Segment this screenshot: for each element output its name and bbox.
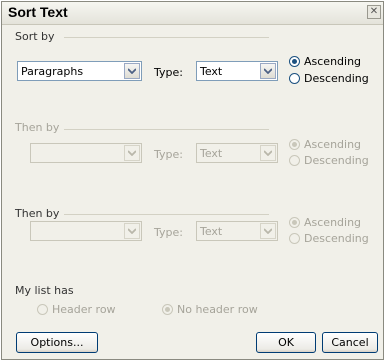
then-by-2-type-value: Text [200,225,223,238]
radio-icon [289,56,300,67]
ascending-radio[interactable]: Ascending [289,55,361,68]
chevron-down-icon[interactable] [260,145,276,161]
descending-radio[interactable]: Descending [289,72,369,85]
chevron-down-icon[interactable] [124,63,140,79]
then-by-2-type-label: Type: [154,226,183,239]
divider [64,129,269,130]
sort-by-type-dropdown[interactable]: Text [196,61,278,81]
then-by-label: Then by [15,121,60,134]
radio-icon [289,217,300,228]
then-by-ascending-radio[interactable]: Ascending [289,138,361,151]
title-bar: Sort Text ✕ [2,2,383,25]
then-by-type-label: Type: [154,148,183,161]
then-by-2-ascending-label: Ascending [304,216,362,229]
sort-by-type-value: Text [200,65,223,78]
then-by-2-descending-radio[interactable]: Descending [289,232,369,245]
then-by-2-type-dropdown[interactable]: Text [196,221,278,241]
then-by-2-descending-label: Descending [304,232,369,245]
chevron-down-icon[interactable] [260,63,276,79]
chevron-down-icon[interactable] [260,223,276,239]
dialog-title: Sort Text [8,4,68,20]
options-button[interactable]: Options... [16,332,98,353]
header-row-label: Header row [52,303,116,316]
then-by-type-dropdown[interactable]: Text [196,143,278,163]
then-by-2-label: Then by [15,207,60,220]
then-by-2-field-dropdown[interactable] [30,221,142,241]
radio-icon [289,233,300,244]
divider [64,37,269,38]
then-by-ascending-label: Ascending [304,138,362,151]
sort-by-field-value: Paragraphs [21,65,84,78]
then-by-descending-radio[interactable]: Descending [289,154,369,167]
then-by-type-value: Text [200,147,223,160]
then-by-field-dropdown[interactable] [30,143,142,163]
no-header-row-radio[interactable]: No header row [162,303,258,316]
radio-icon [289,155,300,166]
ascending-label: Ascending [304,55,362,68]
header-row-radio[interactable]: Header row [37,303,116,316]
sort-by-label: Sort by [15,30,55,43]
ok-button[interactable]: OK [256,332,316,353]
close-icon[interactable]: ✕ [367,5,381,19]
sort-text-dialog: Sort Text ✕ Sort by Paragraphs Type: Tex… [1,1,384,360]
divider [64,214,269,215]
sort-by-field-dropdown[interactable]: Paragraphs [17,61,142,81]
radio-icon [162,304,173,315]
chevron-down-icon[interactable] [124,145,140,161]
no-header-row-label: No header row [177,303,258,316]
my-list-has-label: My list has [15,284,74,297]
then-by-2-ascending-radio[interactable]: Ascending [289,216,361,229]
then-by-descending-label: Descending [304,154,369,167]
radio-icon [37,304,48,315]
sort-by-type-label: Type: [154,66,183,79]
radio-icon [289,73,300,84]
radio-icon [289,139,300,150]
descending-label: Descending [304,72,369,85]
cancel-button[interactable]: Cancel [322,332,378,353]
chevron-down-icon[interactable] [124,223,140,239]
